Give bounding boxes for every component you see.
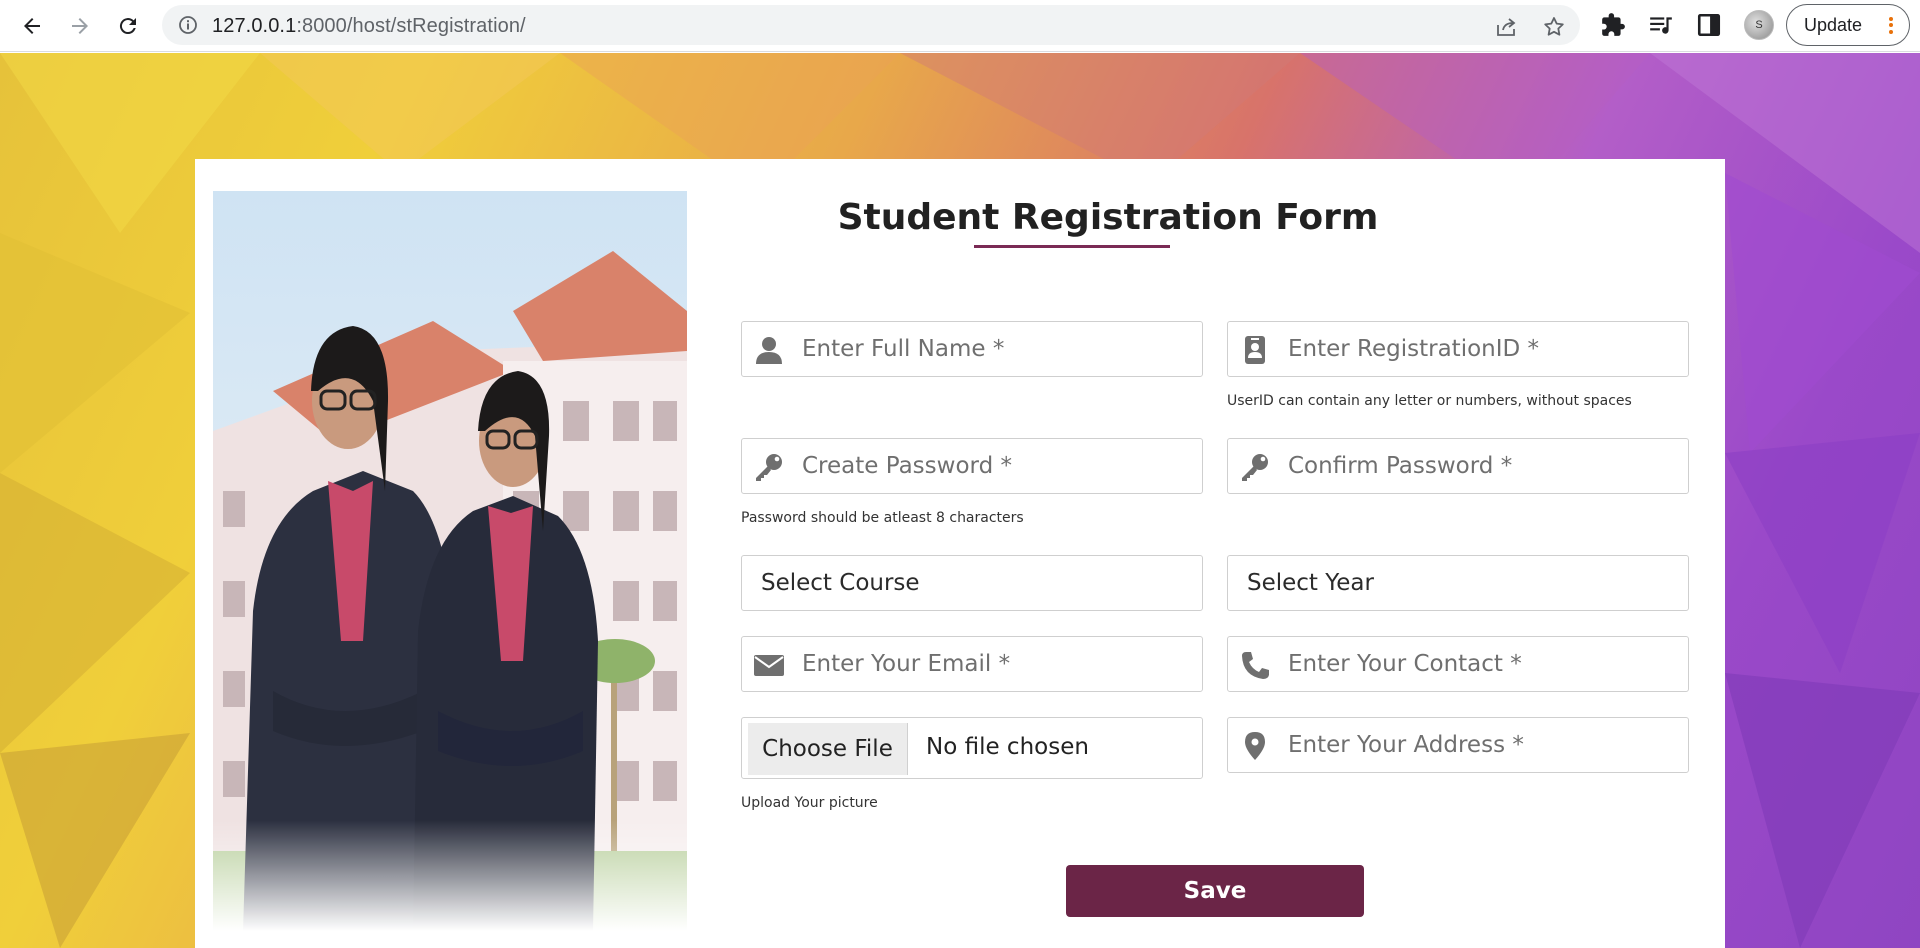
forward-arrow-icon [72, 18, 88, 34]
address-input[interactable] [1288, 718, 1678, 772]
email-input[interactable] [802, 637, 1192, 691]
reload-button[interactable] [112, 10, 144, 42]
save-button[interactable]: Save [1066, 865, 1364, 917]
profile-avatar[interactable]: S [1744, 10, 1774, 40]
url-host: 127.0.0.1 [212, 15, 297, 37]
title-part-3: Form [1262, 197, 1379, 238]
full-name-input[interactable] [802, 322, 1192, 376]
back-arrow-icon [24, 18, 40, 34]
registration-id-input[interactable] [1288, 322, 1678, 376]
map-pin-icon [1240, 732, 1270, 760]
password-hint: Password should be atleast 8 characters [741, 510, 1024, 526]
title-part-1: Student [837, 197, 1012, 238]
email-field[interactable] [741, 636, 1203, 692]
media-queue-icon[interactable] [1648, 12, 1674, 38]
user-icon [754, 336, 784, 364]
key-icon [754, 453, 784, 481]
envelope-icon [754, 651, 784, 679]
update-button[interactable]: Update [1786, 4, 1910, 46]
confirm-password-field[interactable] [1227, 438, 1689, 494]
create-password-input[interactable] [802, 439, 1192, 493]
contact-input[interactable] [1288, 637, 1678, 691]
browser-toolbar: 127.0.0.1:8000/host/stRegistration/ S Up… [0, 0, 1920, 52]
phone-icon [1240, 651, 1270, 679]
url-text: 127.0.0.1:8000/host/stRegistration/ [212, 15, 526, 38]
update-label: Update [1804, 14, 1863, 35]
address-field[interactable] [1227, 717, 1689, 773]
side-panel-icon[interactable] [1696, 12, 1722, 38]
back-button[interactable] [16, 10, 48, 42]
registration-id-field[interactable] [1227, 321, 1689, 377]
page-background: Student Registration Form UserID can con… [0, 53, 1920, 948]
confirm-password-input[interactable] [1288, 439, 1678, 493]
bookmark-star-icon[interactable] [1542, 15, 1566, 39]
students-photo [213, 191, 687, 931]
share-icon[interactable] [1494, 15, 1518, 39]
title-part-2: Registration [1011, 197, 1263, 238]
choose-file-button[interactable]: Choose File [748, 723, 908, 775]
registration-id-hint: UserID can contain any letter or numbers… [1227, 393, 1632, 409]
extensions-icon[interactable] [1600, 12, 1626, 38]
info-icon[interactable] [178, 15, 198, 35]
id-badge-icon [1240, 336, 1270, 364]
full-name-field[interactable] [741, 321, 1203, 377]
contact-field[interactable] [1227, 636, 1689, 692]
address-bar[interactable]: 127.0.0.1:8000/host/stRegistration/ [162, 5, 1580, 45]
url-path: :8000/host/stRegistration/ [296, 15, 526, 37]
form-title: Student Registration Form [800, 197, 1416, 248]
reload-icon [119, 18, 136, 35]
create-password-field[interactable] [741, 438, 1203, 494]
no-file-label: No file chosen [926, 734, 1089, 760]
picture-upload-field[interactable]: Choose File No file chosen [741, 717, 1203, 779]
upload-hint: Upload Your picture [741, 795, 878, 811]
course-select[interactable]: Select Course [741, 555, 1203, 611]
forward-button[interactable] [64, 10, 96, 42]
title-underline [974, 245, 1170, 248]
registration-card: Student Registration Form UserID can con… [195, 159, 1725, 948]
year-select[interactable]: Select Year [1227, 555, 1689, 611]
more-menu-icon[interactable] [1889, 14, 1895, 36]
key-icon [1240, 453, 1270, 481]
